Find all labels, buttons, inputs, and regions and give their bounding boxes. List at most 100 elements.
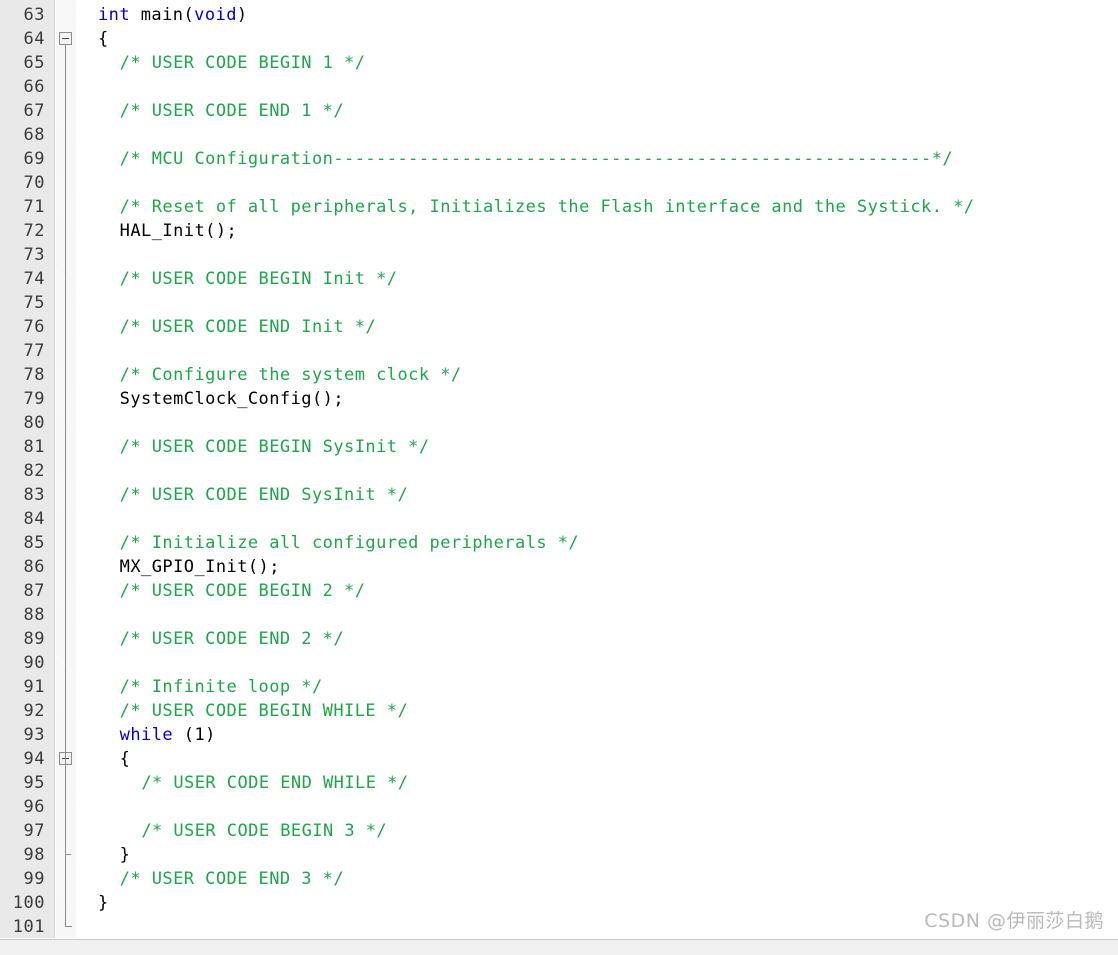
line-number: 100 xyxy=(12,893,45,913)
code-line-text: /* USER CODE BEGIN 2 */ xyxy=(120,579,366,603)
code-line-text: SystemClock_Config(); xyxy=(120,387,344,411)
code-line-text: /* USER CODE BEGIN 1 */ xyxy=(120,51,366,75)
line-number-gutter[interactable]: 63 64 65 66 67 68 69 70 71 72 73 74 75 76 77 78 79 80 81 82… xyxy=(0,0,55,938)
code-token-com: /* USER CODE END Init */ xyxy=(119,317,377,337)
code-token-com: /* USER CODE END 2 */ xyxy=(119,629,345,649)
code-line[interactable] xyxy=(76,507,1118,531)
code-line-text: while (1) xyxy=(120,723,216,747)
code-line-text: /* USER CODE END 1 */ xyxy=(120,99,344,123)
line-number: 79 xyxy=(23,389,45,409)
code-token-com: /* Configure the system clock */ xyxy=(119,365,462,385)
code-line[interactable]: /* USER CODE BEGIN Init */ xyxy=(76,267,1118,291)
code-line[interactable]: while (1) xyxy=(76,723,1118,747)
horizontal-scrollbar[interactable] xyxy=(0,939,1118,955)
code-token-kw: while xyxy=(119,725,174,745)
code-line[interactable]: /* USER CODE BEGIN 1 */ xyxy=(76,51,1118,75)
code-token-txt: SystemClock_Config(); xyxy=(119,389,345,409)
code-line[interactable]: { xyxy=(76,27,1118,51)
code-line-text: /* USER CODE END 3 */ xyxy=(120,867,344,891)
code-line[interactable]: HAL_Init(); xyxy=(76,219,1118,243)
fold-end-icon xyxy=(65,920,72,927)
code-line-text: /* Infinite loop */ xyxy=(120,675,323,699)
code-token-txt: (1) xyxy=(173,725,216,745)
code-line[interactable]: /* Reset of all peripherals, Initializes… xyxy=(76,195,1118,219)
code-line[interactable]: /* USER CODE END WHILE */ xyxy=(76,771,1118,795)
code-line-text: } xyxy=(120,843,131,867)
line-number: 63 xyxy=(23,5,45,25)
line-number: 70 xyxy=(23,173,45,193)
code-line[interactable]: SystemClock_Config(); xyxy=(76,387,1118,411)
line-number: 66 xyxy=(23,77,45,97)
code-line-text: /* USER CODE END 2 */ xyxy=(120,627,344,651)
code-line-text: /* USER CODE BEGIN Init */ xyxy=(120,267,398,291)
code-line[interactable]: /* Infinite loop */ xyxy=(76,675,1118,699)
code-line[interactable]: MX_GPIO_Init(); xyxy=(76,555,1118,579)
code-line-text: /* USER CODE END SysInit */ xyxy=(120,483,409,507)
code-line[interactable]: /* Initialize all configured peripherals… xyxy=(76,531,1118,555)
fold-collapse-icon[interactable] xyxy=(59,32,72,45)
code-line[interactable]: } xyxy=(76,843,1118,867)
code-line[interactable]: /* USER CODE END 2 */ xyxy=(76,627,1118,651)
code-token-com: /* Reset of all peripherals, Initializes… xyxy=(119,197,975,217)
line-number: 93 xyxy=(23,725,45,745)
csdn-watermark: CSDN @伊丽莎白鹅 xyxy=(924,910,1104,932)
line-number: 68 xyxy=(23,125,45,145)
line-number: 82 xyxy=(23,461,45,481)
code-line-text: /* USER CODE END Init */ xyxy=(120,315,376,339)
line-number: 74 xyxy=(23,269,45,289)
code-line[interactable] xyxy=(76,123,1118,147)
code-line[interactable] xyxy=(76,795,1118,819)
line-number: 65 xyxy=(23,53,45,73)
code-line[interactable]: int main(void) xyxy=(76,3,1118,27)
line-number: 69 xyxy=(23,149,45,169)
code-token-txt: } xyxy=(119,845,131,865)
line-number: 87 xyxy=(23,581,45,601)
line-number: 92 xyxy=(23,701,45,721)
line-number: 75 xyxy=(23,293,45,313)
line-number: 86 xyxy=(23,557,45,577)
code-line[interactable]: /* USER CODE END 1 */ xyxy=(76,99,1118,123)
line-number: 97 xyxy=(23,821,45,841)
code-line[interactable]: /* USER CODE END 3 */ xyxy=(76,867,1118,891)
code-token-com: /* USER CODE END WHILE */ xyxy=(141,773,409,793)
code-token-txt: HAL_Init(); xyxy=(119,221,238,241)
line-number: 84 xyxy=(23,509,45,529)
line-number: 78 xyxy=(23,365,45,385)
code-token-txt: main( xyxy=(130,5,195,25)
code-line[interactable] xyxy=(76,75,1118,99)
code-token-com: /* USER CODE BEGIN Init */ xyxy=(119,269,398,289)
code-token-com: /* USER CODE END 1 */ xyxy=(119,101,345,121)
code-line[interactable]: /* USER CODE END SysInit */ xyxy=(76,483,1118,507)
code-line[interactable]: /* MCU Configuration--------------------… xyxy=(76,147,1118,171)
code-line[interactable] xyxy=(76,171,1118,195)
code-line-text: /* Configure the system clock */ xyxy=(120,363,462,387)
code-line[interactable]: /* USER CODE BEGIN 2 */ xyxy=(76,579,1118,603)
code-line[interactable] xyxy=(76,411,1118,435)
line-number: 77 xyxy=(23,341,45,361)
code-line[interactable]: /* USER CODE END Init */ xyxy=(76,315,1118,339)
code-line-text: /* Initialize all configured peripherals… xyxy=(120,531,579,555)
code-line[interactable]: /* USER CODE BEGIN 3 */ xyxy=(76,819,1118,843)
code-line[interactable] xyxy=(76,603,1118,627)
line-number: 71 xyxy=(23,197,45,217)
code-token-com: /* MCU Configuration--------------------… xyxy=(119,149,954,169)
code-line[interactable] xyxy=(76,339,1118,363)
code-token-com: /* Infinite loop */ xyxy=(119,677,323,697)
line-number: 96 xyxy=(23,797,45,817)
code-line[interactable]: { xyxy=(76,747,1118,771)
code-folding-gutter[interactable] xyxy=(56,0,76,938)
code-line[interactable]: /* Configure the system clock */ xyxy=(76,363,1118,387)
code-line-text: int main(void) xyxy=(98,3,248,27)
line-number: 94 xyxy=(23,749,45,769)
code-line[interactable] xyxy=(76,459,1118,483)
code-line[interactable] xyxy=(76,651,1118,675)
code-token-txt: MX_GPIO_Init(); xyxy=(119,557,280,577)
code-line[interactable] xyxy=(76,243,1118,267)
line-number: 89 xyxy=(23,629,45,649)
code-line[interactable]: /* USER CODE BEGIN SysInit */ xyxy=(76,435,1118,459)
code-line-text: /* USER CODE BEGIN 3 */ xyxy=(141,819,387,843)
code-token-com: /* USER CODE BEGIN SysInit */ xyxy=(119,437,430,457)
code-line[interactable] xyxy=(76,291,1118,315)
code-line[interactable]: /* USER CODE BEGIN WHILE */ xyxy=(76,699,1118,723)
code-text-area[interactable]: int main(void){/* USER CODE BEGIN 1 *//*… xyxy=(76,0,1118,938)
